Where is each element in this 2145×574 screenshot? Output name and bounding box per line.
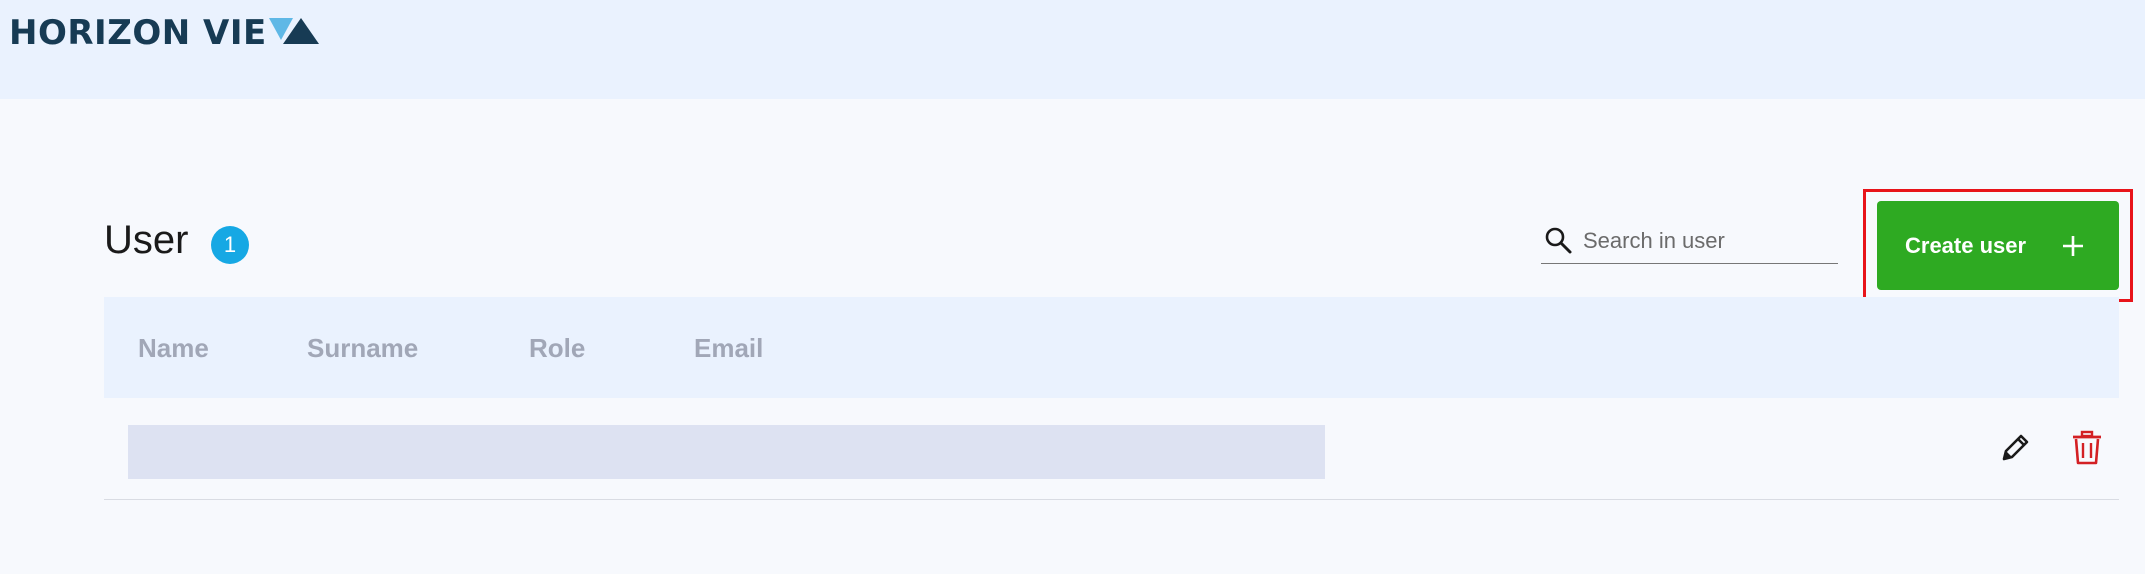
pencil-edit-icon[interactable] bbox=[1998, 431, 2032, 465]
plus-icon bbox=[2063, 236, 2083, 256]
column-header-role[interactable]: Role bbox=[529, 333, 585, 364]
search-icon bbox=[1545, 227, 1572, 253]
triangle-logo-icon bbox=[268, 18, 319, 44]
search-field[interactable] bbox=[1541, 218, 1838, 264]
trash-delete-icon[interactable] bbox=[2070, 430, 2104, 466]
loading-placeholder bbox=[128, 425, 1325, 479]
column-header-email[interactable]: Email bbox=[694, 333, 763, 364]
page-title: User bbox=[104, 218, 189, 262]
create-user-button[interactable]: Create user bbox=[1877, 201, 2119, 290]
search-input[interactable] bbox=[1583, 227, 1823, 254]
table-header: Name Surname Role Email bbox=[104, 297, 2119, 398]
table-row bbox=[104, 398, 2119, 500]
column-header-surname[interactable]: Surname bbox=[307, 333, 418, 364]
column-header-name[interactable]: Name bbox=[138, 333, 209, 364]
logo-text: HORIZON VIE bbox=[9, 13, 267, 53]
brand-logo[interactable]: HORIZON VIE bbox=[9, 12, 321, 54]
create-user-label: Create user bbox=[1905, 232, 2027, 258]
top-bar: HORIZON VIE bbox=[0, 0, 2145, 99]
user-count-badge: 1 bbox=[211, 226, 249, 264]
